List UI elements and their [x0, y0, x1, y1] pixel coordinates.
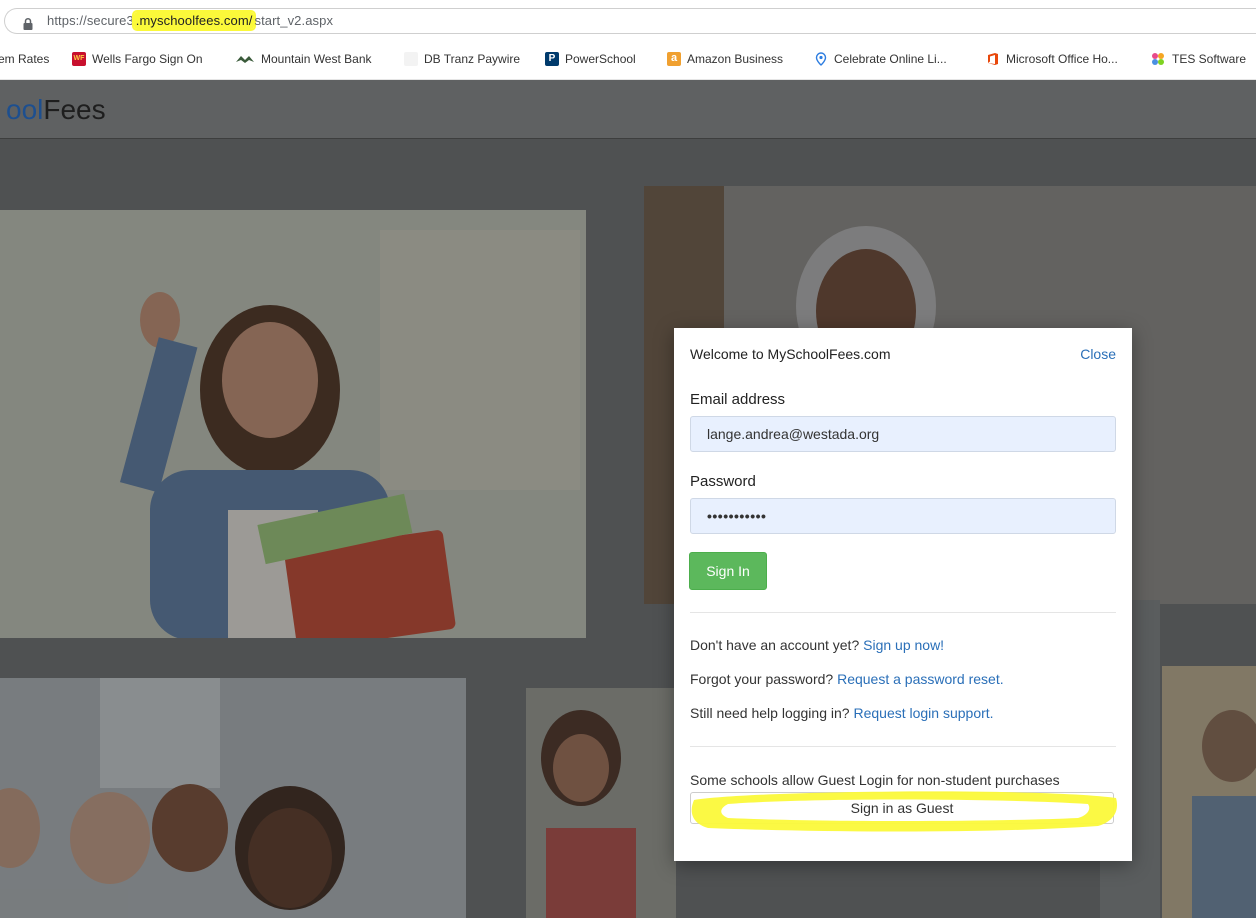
url-path: start_v2.aspx [254, 13, 334, 28]
lock-icon [23, 17, 33, 30]
sign-in-as-guest-button[interactable]: Sign in as Guest [690, 792, 1114, 824]
help-text: Still need help logging in? [690, 705, 850, 721]
bookmarks-bar: em Rates WF Wells Fargo Sign On Mountain… [0, 36, 1256, 80]
bookmark-label: TES Software [1172, 52, 1247, 66]
girl-right-illustration [1162, 666, 1256, 918]
wells-fargo-icon: WF [72, 52, 86, 66]
bookmark-microsoft-office[interactable]: Microsoft Office Ho... [986, 50, 1118, 68]
password-reset-link[interactable]: Request a password reset. [837, 671, 1004, 687]
bookmark-label: em Rates [0, 52, 50, 66]
bookmark-wells-fargo[interactable]: WF Wells Fargo Sign On [72, 50, 203, 68]
bookmark-label: Amazon Business [687, 52, 784, 66]
office-icon [988, 53, 998, 65]
login-modal: Welcome to MySchoolFees.com Close Email … [674, 328, 1132, 861]
bookmark-label: Mountain West Bank [261, 52, 372, 66]
bookmark-db-tranz-paywire[interactable]: DB Tranz Paywire [404, 50, 520, 68]
forgot-text: Forgot your password? [690, 671, 834, 687]
email-label: Email address [690, 391, 786, 408]
url-field[interactable]: https://secure3 .myschoolfees.com/start_v… [4, 8, 1256, 34]
location-pin-icon [815, 52, 827, 66]
site-header: oolFees [0, 80, 1256, 139]
password-field[interactable]: ••••••••••• [690, 498, 1116, 534]
bookmark-amazon-business[interactable]: a Amazon Business [667, 50, 783, 68]
close-link[interactable]: Close [1080, 346, 1116, 362]
signup-text: Don't have an account yet? [690, 637, 860, 653]
login-support-link[interactable]: Request login support. [853, 705, 993, 721]
url-prefix: https://secure3 [47, 13, 134, 28]
divider [690, 612, 1116, 613]
forgot-row: Forgot your password? Request a password… [690, 671, 1004, 687]
bookmark-label: PowerSchool [565, 52, 636, 66]
bookmark-powerschool[interactable]: P PowerSchool [545, 50, 636, 68]
bookmark-tes-software[interactable]: TES Software [1150, 50, 1246, 68]
guest-section: Sign in as Guest [688, 788, 1118, 832]
powerschool-icon: P [545, 52, 559, 66]
bookmark-label: Celebrate Online Li... [834, 52, 947, 66]
logo-part-2: Fees [43, 94, 106, 125]
email-field[interactable]: lange.andrea@westada.org [690, 416, 1116, 452]
mountain-west-bank-icon [236, 56, 254, 63]
photo-student-thumbs-up [0, 210, 586, 638]
blank-page-icon [404, 52, 418, 66]
address-bar: https://secure3 .myschoolfees.com/start_v… [0, 0, 1256, 36]
student-girl-illustration [0, 210, 586, 638]
amazon-icon: a [667, 52, 681, 66]
signup-row: Don't have an account yet? Sign up now! [690, 637, 944, 653]
photo-students-desk [526, 688, 676, 918]
bookmark-label: Microsoft Office Ho... [1006, 52, 1118, 66]
url-text: https://secure3 .myschoolfees.com/start_v… [47, 12, 334, 29]
bookmark-mountain-west-bank[interactable]: Mountain West Bank [235, 50, 372, 68]
password-label: Password [690, 473, 756, 490]
photo-girl-right [1162, 666, 1256, 918]
bookmark-label: Wells Fargo Sign On [92, 52, 203, 66]
bookmark-label: DB Tranz Paywire [424, 52, 521, 66]
tes-icon [1152, 53, 1164, 65]
sign-up-link[interactable]: Sign up now! [863, 637, 944, 653]
photo-children-classroom [0, 678, 466, 918]
url-highlighted-domain: .myschoolfees.com/ [133, 12, 255, 29]
modal-title: Welcome to MySchoolFees.com [690, 346, 891, 362]
desk-student-illustration [526, 688, 676, 918]
children-illustration [0, 678, 466, 918]
logo-part-1: ool [6, 94, 44, 125]
help-row: Still need help logging in? Request logi… [690, 705, 994, 721]
page-body: oolFees Welcome to MySchoolFees.com Clos… [0, 80, 1256, 918]
site-logo[interactable]: oolFees [6, 94, 106, 126]
sign-in-button[interactable]: Sign In [689, 552, 767, 590]
divider [690, 746, 1116, 747]
bookmark-celebrate-online[interactable]: Celebrate Online Li... [814, 50, 947, 68]
bookmark-em-rates[interactable]: em Rates [0, 50, 49, 68]
guest-note: Some schools allow Guest Login for non-s… [690, 772, 1060, 788]
